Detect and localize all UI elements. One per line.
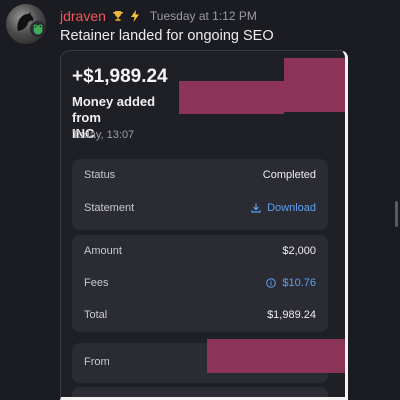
download-icon (251, 203, 261, 213)
status-value: Completed (262, 169, 316, 181)
download-label: Download (267, 202, 316, 214)
message-header: jdraven Tuesday at 1:12 PM (60, 8, 257, 24)
transaction-amount: +$1,989.24 (72, 66, 168, 87)
fees-value: $10.76 (282, 277, 316, 289)
from-panel: From (72, 339, 345, 383)
next-panel (72, 387, 328, 397)
frog-icon (33, 24, 43, 35)
amount-panel: Amount $2,000 Fees $10.76 Total $1,989.2… (72, 235, 328, 332)
transaction-title-line1: Money added from (72, 94, 156, 125)
amount-row: Amount $2,000 (84, 245, 316, 257)
fees-row: Fees $10.76 (84, 277, 316, 289)
redaction-block (284, 58, 345, 112)
status-panel: Status Completed Statement Download (72, 159, 328, 230)
redaction-block (207, 339, 345, 373)
statement-label: Statement (84, 202, 135, 214)
download-link[interactable]: Download (251, 202, 316, 214)
transaction-card[interactable]: +$1,989.24 Money added from INC Today, 1… (60, 50, 348, 400)
fees-link[interactable]: $10.76 (266, 277, 316, 289)
total-label: Total (84, 309, 108, 321)
info-icon (266, 278, 277, 288)
scrollbar-thumb[interactable] (395, 201, 398, 227)
status-row: Status Completed (84, 169, 316, 181)
status-label: Status (84, 169, 116, 181)
username[interactable]: jdraven (60, 8, 106, 24)
statement-row: Statement Download (84, 202, 316, 214)
fees-label: Fees (84, 277, 109, 289)
message-timestamp: Tuesday at 1:12 PM (149, 9, 257, 23)
avatar-status-badge (30, 21, 46, 37)
redaction-block (179, 81, 284, 114)
amount-label: Amount (84, 245, 122, 257)
message-text: Retainer landed for ongoing SEO (60, 28, 274, 44)
from-label: From (84, 356, 110, 368)
lightning-icon (130, 10, 140, 22)
trophy-icon (112, 10, 124, 22)
amount-value: $2,000 (282, 245, 316, 257)
transaction-date: Today, 13:07 (72, 129, 135, 141)
total-row: Total $1,989.24 (84, 309, 316, 321)
total-value: $1,989.24 (267, 309, 316, 321)
